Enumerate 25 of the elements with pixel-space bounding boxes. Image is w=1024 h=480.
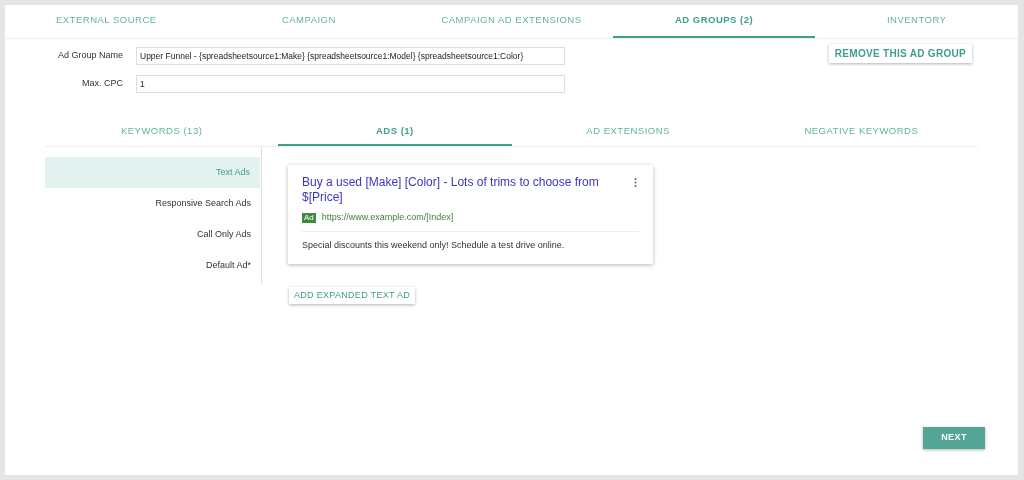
field-label: Ad Group Name: [56, 49, 124, 63]
add-expanded-text-ad-button[interactable]: ADD EXPANDED TEXT AD: [289, 287, 416, 304]
input-field[interactable]: Upper Funnel - {spreadsheetsource1:Make} {spreadsheetsource1:Model} {spreadsheetsource1:Color}: [136, 47, 565, 65]
tab[interactable]: EXTERNAL SOURCE: [5, 5, 208, 38]
ad-url: https://www.example.com/[Index]: [321, 211, 454, 224]
input-field[interactable]: 1: [136, 75, 565, 93]
sidebar-item[interactable]: Call Only Ads: [45, 219, 261, 250]
tab[interactable]: INVENTORY: [815, 5, 1018, 38]
sidebar-item[interactable]: Default Ad*: [45, 250, 261, 281]
sidebar-item[interactable]: Text Ads: [45, 157, 260, 188]
tab[interactable]: CAMPAIGN AD EXTENSIONS: [410, 5, 613, 38]
ad-headline: Buy a used [Make] [Color] - Lots of trims to choose from $[Price]: [302, 175, 600, 205]
sub-tab[interactable]: AD EXTENSIONS: [511, 119, 745, 146]
remove-ad-group-button[interactable]: REMOVE THIS AD GROUP: [828, 44, 972, 63]
next-button[interactable]: NEXT: [923, 427, 985, 449]
sub-tab[interactable]: ADS (1): [278, 119, 512, 146]
sub-tab[interactable]: NEGATIVE KEYWORDS: [744, 119, 978, 146]
tab[interactable]: AD GROUPS (2): [612, 5, 816, 38]
field-label: Max. CPC: [81, 77, 124, 91]
tab[interactable]: CAMPAIGN: [207, 5, 411, 38]
ad-description: Special discounts this weekend only! Schedule a test drive online.: [302, 238, 566, 252]
sub-tab[interactable]: KEYWORDS (13): [45, 119, 279, 146]
more-options-icon[interactable]: [634, 178, 637, 187]
ad-badge: Ad: [302, 212, 316, 223]
sidebar-item[interactable]: Responsive Search Ads: [45, 188, 261, 219]
